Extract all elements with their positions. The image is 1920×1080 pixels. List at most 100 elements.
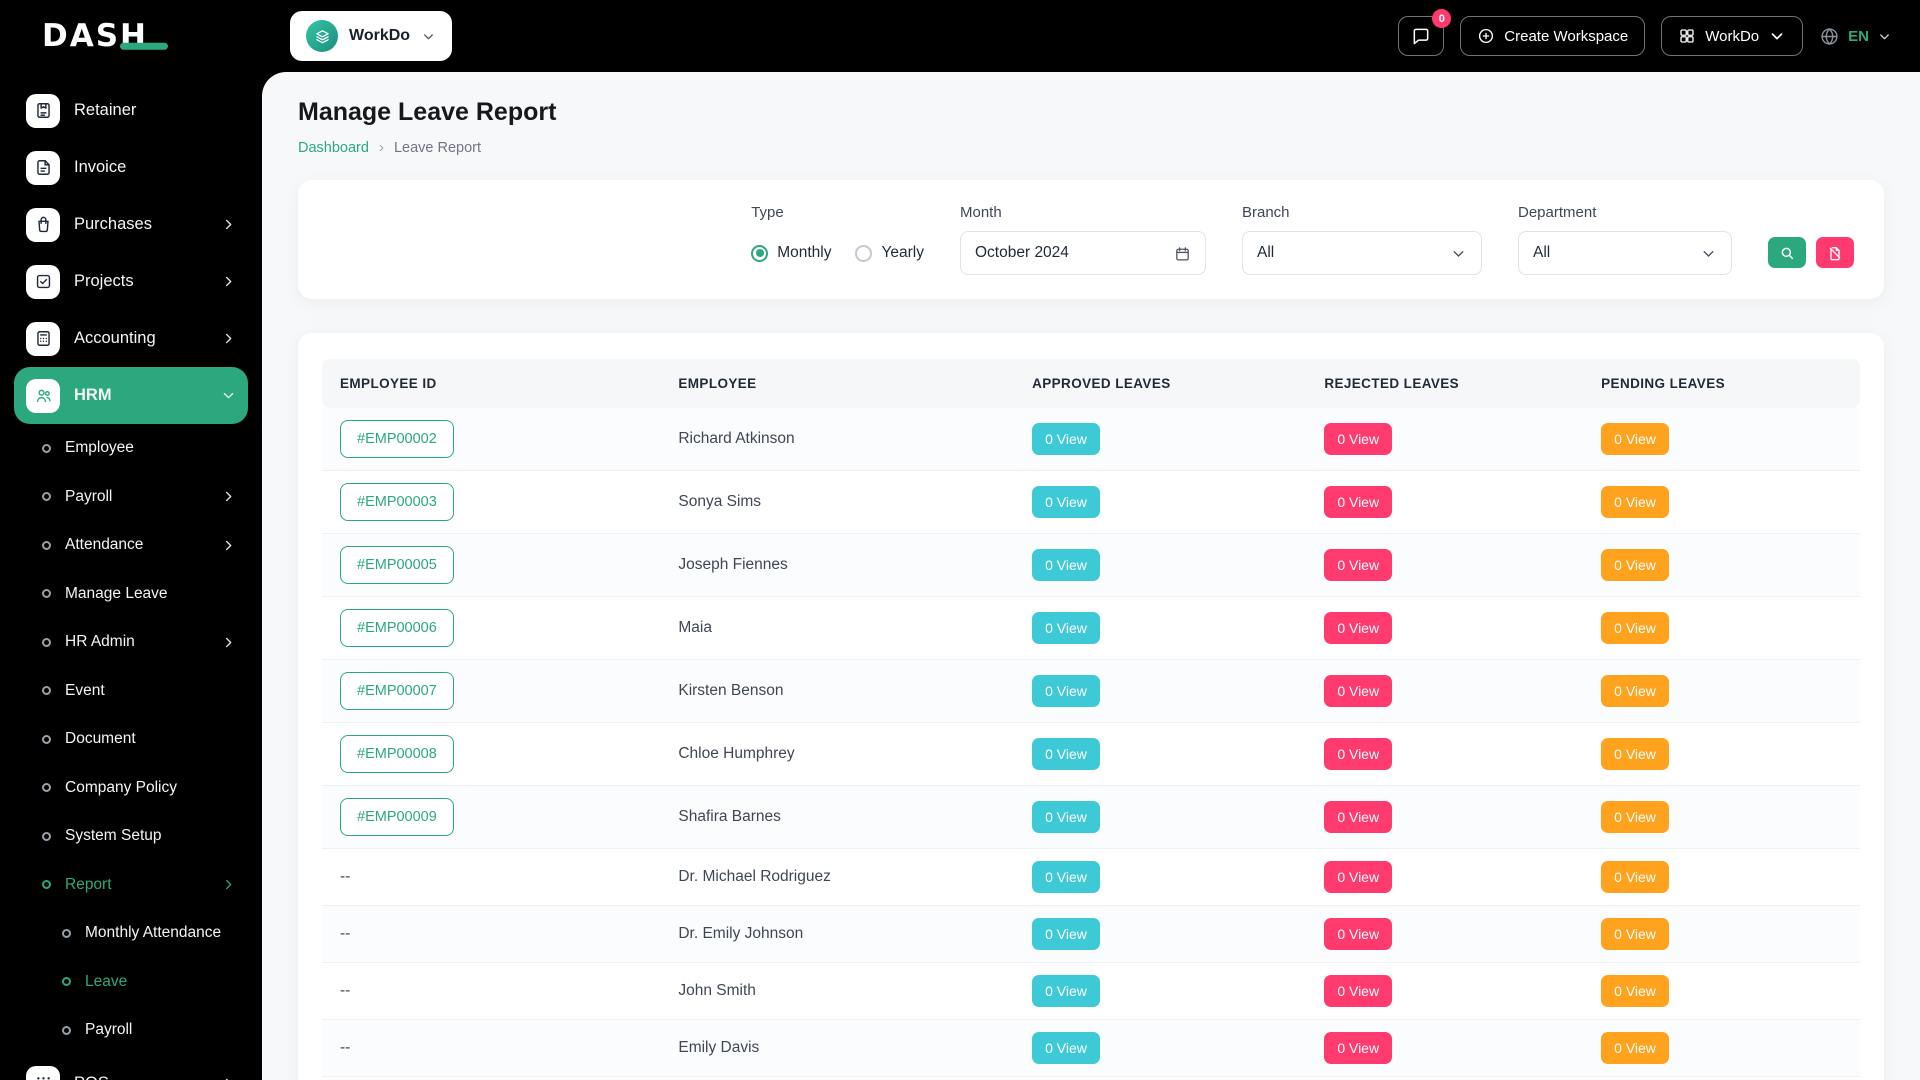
sidebar-item-retainer[interactable]: Retainer	[14, 82, 248, 139]
approved-leaves-badge[interactable]: 0 View	[1032, 975, 1100, 1007]
rejected-leaves-badge[interactable]: 0 View	[1324, 423, 1392, 455]
approved-leaves-badge[interactable]: 0 View	[1032, 1032, 1100, 1064]
language-selector[interactable]: EN	[1819, 26, 1892, 47]
rejected-leaves-badge[interactable]: 0 View	[1324, 918, 1392, 950]
filter-department-group: Department All	[1518, 204, 1732, 275]
chevron-right-icon	[221, 331, 236, 346]
table-row: --Dr. Michael Rodriguez0 View0 View0 Vie…	[322, 849, 1860, 906]
approved-leaves-badge[interactable]: 0 View	[1032, 549, 1100, 581]
sidebar-item-invoice[interactable]: Invoice	[14, 139, 248, 196]
sidebar-item-event[interactable]: Event	[14, 667, 248, 716]
approved-leaves-badge[interactable]: 0 View	[1032, 612, 1100, 644]
plus-circle-icon	[1477, 27, 1495, 45]
search-button[interactable]	[1768, 237, 1806, 268]
reset-filter-button[interactable]	[1816, 237, 1854, 268]
rejected-leaves-badge[interactable]: 0 View	[1324, 549, 1392, 581]
sidebar-item-company-policy[interactable]: Company Policy	[14, 764, 248, 813]
globe-icon	[1819, 26, 1840, 47]
chevron-down-icon	[1768, 27, 1786, 45]
radio-unselected-icon	[855, 245, 872, 262]
sidebar-item-attendance[interactable]: Attendance	[14, 521, 248, 570]
pending-leaves-badge[interactable]: 0 View	[1601, 918, 1669, 950]
sidebar-item-pos[interactable]: POS	[14, 1055, 248, 1080]
branch-select[interactable]: All	[1242, 231, 1482, 275]
approved-leaves-badge[interactable]: 0 View	[1032, 423, 1100, 455]
month-label: Month	[960, 204, 1206, 221]
sidebar-item-payroll[interactable]: Payroll	[14, 1006, 248, 1055]
rejected-leaves-badge[interactable]: 0 View	[1324, 861, 1392, 893]
sidebar-item-manage-leave[interactable]: Manage Leave	[14, 570, 248, 619]
pending-leaves-badge[interactable]: 0 View	[1601, 1032, 1669, 1064]
approved-leaves-badge[interactable]: 0 View	[1032, 486, 1100, 518]
approved-leaves-badge[interactable]: 0 View	[1032, 861, 1100, 893]
breadcrumb-dashboard-link[interactable]: Dashboard	[298, 140, 369, 156]
workspace-avatar-icon	[306, 20, 338, 52]
bullet-icon	[42, 444, 51, 453]
pending-leaves-badge[interactable]: 0 View	[1601, 549, 1669, 581]
table-row: --James Brown0 View0 View0 View	[322, 1077, 1860, 1080]
pending-leaves-badge[interactable]: 0 View	[1601, 486, 1669, 518]
sidebar-item-accounting[interactable]: Accounting	[14, 310, 248, 367]
table-header-row: EMPLOYEE ID EMPLOYEE APPROVED LEAVES REJ…	[322, 359, 1860, 408]
sidebar-item-employee[interactable]: Employee	[14, 424, 248, 473]
rejected-leaves-badge[interactable]: 0 View	[1324, 1032, 1392, 1064]
pending-leaves-badge[interactable]: 0 View	[1601, 738, 1669, 770]
sidebar-item-hr-admin[interactable]: HR Admin	[14, 618, 248, 667]
rejected-leaves-badge[interactable]: 0 View	[1324, 612, 1392, 644]
col-pending-leaves: PENDING LEAVES	[1583, 359, 1860, 408]
pending-leaves-badge[interactable]: 0 View	[1601, 861, 1669, 893]
chevron-right-icon	[221, 877, 236, 892]
rejected-leaves-badge[interactable]: 0 View	[1324, 801, 1392, 833]
employee-id-badge[interactable]: #EMP00005	[340, 546, 454, 584]
pending-leaves-badge[interactable]: 0 View	[1601, 675, 1669, 707]
sidebar-item-report[interactable]: Report	[14, 861, 248, 910]
bullet-icon	[42, 686, 51, 695]
sidebar-item-monthly-attendance[interactable]: Monthly Attendance	[14, 909, 248, 958]
retainer-icon	[26, 94, 60, 128]
approved-leaves-badge[interactable]: 0 View	[1032, 801, 1100, 833]
pending-leaves-badge[interactable]: 0 View	[1601, 612, 1669, 644]
messages-count-badge: 0	[1432, 9, 1451, 28]
rejected-leaves-badge[interactable]: 0 View	[1324, 975, 1392, 1007]
sidebar-item-payroll[interactable]: Payroll	[14, 473, 248, 522]
topbar: DASH WorkDo 0 Create Workspace WorkDo EN	[0, 0, 1920, 72]
sidebar-item-document[interactable]: Document	[14, 715, 248, 764]
sidebar-menu: RetainerInvoicePurchasesProjectsAccounti…	[14, 82, 248, 1080]
messages-button[interactable]: 0	[1398, 16, 1444, 56]
employee-id-badge[interactable]: #EMP00002	[340, 420, 454, 458]
sidebar-item-projects[interactable]: Projects	[14, 253, 248, 310]
sidebar-item-leave[interactable]: Leave	[14, 958, 248, 1007]
bullet-icon	[42, 735, 51, 744]
employee-id-badge[interactable]: #EMP00003	[340, 483, 454, 521]
employee-id-badge[interactable]: #EMP00006	[340, 609, 454, 647]
rejected-leaves-badge[interactable]: 0 View	[1324, 486, 1392, 518]
workspace-switcher[interactable]: WorkDo	[290, 11, 452, 61]
sidebar-item-label: Event	[65, 682, 105, 700]
sidebar-item-label: POS	[74, 1074, 109, 1080]
approved-leaves-badge[interactable]: 0 View	[1032, 918, 1100, 950]
rejected-leaves-badge[interactable]: 0 View	[1324, 738, 1392, 770]
sidebar-item-label: System Setup	[65, 827, 162, 845]
pending-leaves-badge[interactable]: 0 View	[1601, 423, 1669, 455]
employee-name: Sonya Sims	[660, 471, 1014, 534]
pending-leaves-badge[interactable]: 0 View	[1601, 975, 1669, 1007]
pending-leaves-badge[interactable]: 0 View	[1601, 801, 1669, 833]
department-select[interactable]: All	[1518, 231, 1732, 275]
create-workspace-button[interactable]: Create Workspace	[1460, 16, 1645, 56]
rejected-leaves-badge[interactable]: 0 View	[1324, 675, 1392, 707]
sidebar-item-purchases[interactable]: Purchases	[14, 196, 248, 253]
radio-yearly[interactable]: Yearly	[855, 244, 924, 262]
sidebar-item-system-setup[interactable]: System Setup	[14, 812, 248, 861]
logo-dash-icon	[120, 43, 168, 50]
approved-leaves-badge[interactable]: 0 View	[1032, 675, 1100, 707]
apps-dropdown[interactable]: WorkDo	[1661, 16, 1803, 56]
approved-leaves-badge[interactable]: 0 View	[1032, 738, 1100, 770]
employee-id-badge[interactable]: #EMP00008	[340, 735, 454, 773]
month-input[interactable]: October 2024	[960, 231, 1206, 275]
bullet-icon	[42, 589, 51, 598]
employee-id-badge[interactable]: #EMP00009	[340, 798, 454, 836]
radio-monthly[interactable]: Monthly	[751, 244, 831, 262]
sidebar-item-hrm[interactable]: HRM	[14, 367, 248, 424]
hrm-icon	[26, 379, 60, 413]
employee-id-badge[interactable]: #EMP00007	[340, 672, 454, 710]
